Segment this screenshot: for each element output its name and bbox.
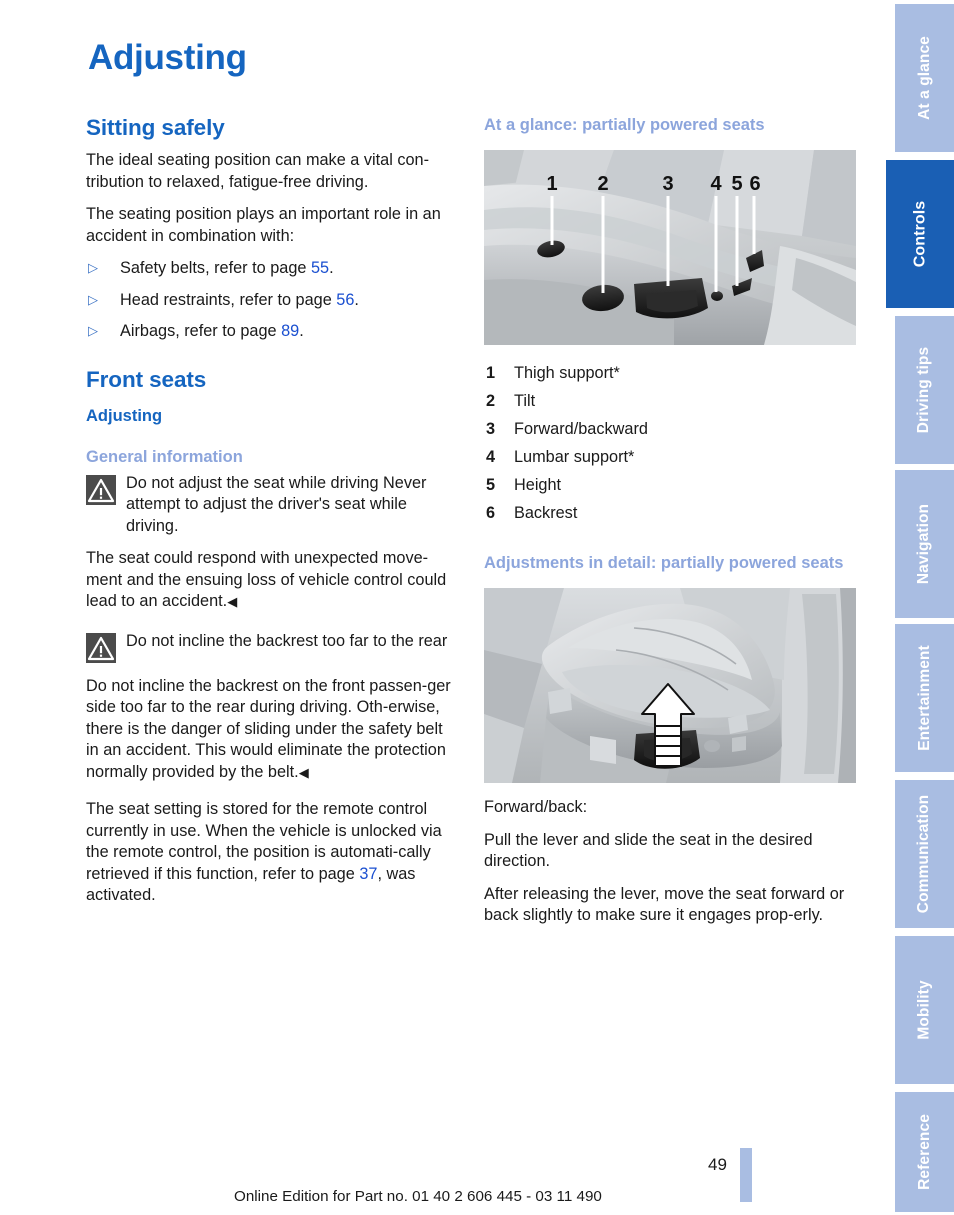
bullet-text: Head restraints, refer to page: [120, 290, 337, 309]
sidebar-tab-label: Mobility: [915, 980, 933, 1040]
svg-text:6: 6: [749, 173, 760, 195]
legend-label: Backrest: [514, 504, 578, 523]
warning-body-text: Do not incline the backrest on the front…: [86, 676, 451, 781]
svg-text:1: 1: [546, 173, 557, 195]
bullet-tail: .: [329, 259, 334, 277]
subheading-general-information: General information: [86, 447, 243, 466]
bullet-text: Safety belts, refer to page: [120, 259, 311, 277]
list-item: 5 Height: [484, 471, 856, 499]
list-item: 1 Thigh support*: [484, 359, 856, 387]
sidebar-tab-label: Navigation: [915, 503, 933, 585]
legend-number: 1: [486, 364, 496, 383]
warning-end-marker-icon: ◀: [298, 764, 309, 780]
page-title: Adjusting: [88, 38, 247, 77]
paragraph-after-releasing: After releasing the lever, move the seat…: [484, 884, 845, 925]
list-item: 3 Forward/backward: [484, 415, 856, 443]
footer-edition-text: Online Edition for Part no. 01 40 2 606 …: [234, 1188, 602, 1205]
page-reference-link[interactable]: 55: [311, 259, 329, 277]
warning-triangle-icon: [86, 632, 116, 663]
sidebar-tab-mobility[interactable]: Mobility: [895, 936, 954, 1084]
warning-end-marker-icon: ◀: [227, 594, 238, 609]
paragraph-pull-lever: Pull the lever and slide the seat in the…: [484, 830, 813, 871]
list-item: ▷ Safety belts, refer to page 55.: [86, 258, 458, 280]
sidebar-tab-entertainment[interactable]: Entertainment: [895, 624, 954, 772]
legend-number: 3: [486, 420, 496, 439]
sidebar-tab-communication[interactable]: Communication: [895, 780, 954, 928]
warning-triangle-icon: [86, 474, 116, 505]
figure-seat-forward-back-lever: [484, 588, 856, 784]
section-heading-front-seats: Front seats: [86, 366, 207, 392]
sidebar-tab-label: Communication: [915, 794, 933, 914]
list-item: 4 Lumbar support*: [484, 443, 856, 471]
left-column: Sitting safely The ideal seating positio…: [86, 115, 458, 918]
legend-label: Lumbar support*: [514, 448, 635, 467]
warning-block-incline-backrest: Do not incline the backrest too far to t…: [86, 631, 458, 665]
page-content: Adjusting Sitting safely The ideal seati…: [0, 0, 886, 1215]
legend-number: 4: [486, 448, 496, 467]
label-forward-back: Forward/back:: [484, 798, 588, 817]
sidebar-tab-driving-tips[interactable]: Driving tips: [895, 316, 954, 464]
paragraph-intro-1: The ideal seating position can make a vi…: [86, 151, 430, 191]
seat-controls-legend: 1 Thigh support* 2 Tilt 3 Forward/backward …: [484, 359, 856, 527]
page-reference-link[interactable]: 37: [359, 865, 377, 883]
legend-label: Height: [514, 476, 562, 495]
subheading-adjusting: Adjusting: [86, 406, 163, 425]
svg-text:5: 5: [731, 173, 742, 195]
sidebar-tab-reference[interactable]: Reference: [895, 1092, 954, 1212]
warning-block-adjust-seat: Do not adjust the seat while driving Nev…: [86, 473, 458, 538]
triangle-bullet-icon: ▷: [88, 291, 98, 307]
page-number-marker-bar: [740, 1148, 752, 1202]
bullet-tail: .: [354, 290, 359, 309]
legend-number: 6: [486, 504, 496, 523]
svg-text:3: 3: [662, 173, 673, 195]
triangle-bullet-icon: ▷: [88, 323, 98, 338]
warning-body-text: The seat could respond with unexpected m…: [86, 549, 447, 610]
svg-text:4: 4: [710, 173, 722, 195]
chapter-tab-sidebar: At a glance Controls Driving tips Naviga…: [886, 0, 954, 1215]
warning-title: Do not adjust the seat while driving: [126, 473, 379, 492]
legend-label: Thigh support*: [514, 364, 620, 383]
warning-body-2: Do not incline the backrest on the front…: [86, 676, 458, 784]
bullet-text: Airbags, refer to page: [120, 322, 282, 340]
sidebar-tab-label: Controls: [910, 200, 928, 268]
sidebar-tab-label: Entertainment: [915, 645, 933, 751]
page-number: 49: [708, 1155, 727, 1174]
sidebar-tab-label: Driving tips: [915, 346, 933, 434]
heading-at-a-glance: At a glance: partially powered seats: [484, 116, 765, 134]
list-item: ▷ Airbags, refer to page 89.: [86, 321, 458, 343]
legend-number: 5: [486, 476, 496, 495]
figure-partially-powered-seat-controls: 1 2 3 4 5 6: [484, 150, 856, 346]
sidebar-tab-controls[interactable]: Controls: [886, 160, 954, 308]
page-reference-link[interactable]: 89: [281, 322, 299, 340]
legend-label: Forward/backward: [514, 420, 648, 439]
section-heading-sitting-safely: Sitting safely: [86, 115, 225, 140]
page-reference-link[interactable]: 56: [336, 291, 354, 309]
paragraph-seat-memory: The seat setting is stored for the remot…: [86, 799, 458, 907]
sidebar-tab-label: Reference: [915, 1114, 933, 1190]
warning-title: Do not incline the backrest too far to t…: [126, 631, 448, 650]
svg-text:2: 2: [597, 173, 608, 195]
list-item: ▷ Head restraints, refer to page 56.: [86, 290, 458, 312]
sidebar-tab-label: At a glance: [915, 36, 933, 120]
reference-bullet-list: ▷ Safety belts, refer to page 55. ▷ Head r…: [86, 258, 458, 343]
sidebar-tab-at-a-glance[interactable]: At a glance: [895, 4, 954, 152]
legend-number: 2: [486, 392, 496, 411]
triangle-bullet-icon: ▷: [88, 260, 98, 275]
sidebar-tab-navigation[interactable]: Navigation: [895, 470, 954, 618]
legend-label: Tilt: [514, 392, 536, 411]
warning-body-1: The seat could respond with unexpected m…: [86, 548, 458, 613]
manual-page: Adjusting Sitting safely The ideal seati…: [0, 0, 954, 1215]
list-item: 2 Tilt: [484, 387, 856, 415]
list-item: 6 Backrest: [484, 499, 856, 527]
bullet-tail: .: [299, 322, 304, 340]
heading-adjustments-in-detail: Adjustments in detail: partially powered…: [484, 554, 844, 573]
warning-text: Do not adjust the seat while driving Nev…: [86, 473, 458, 538]
right-column: At a glance: partially powered seats 1 2…: [484, 115, 856, 938]
paragraph-intro-2: The seating position plays an important …: [86, 205, 441, 245]
